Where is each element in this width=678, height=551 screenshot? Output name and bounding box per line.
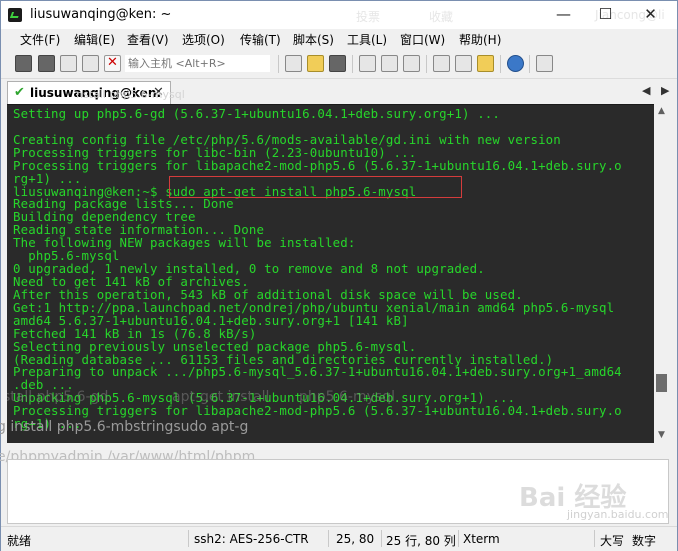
status-divider bbox=[328, 530, 329, 547]
print-icon[interactable] bbox=[381, 55, 398, 72]
status-bar: 就绪 ssh2: AES-256-CTR 25, 80 25 行, 80 列 X… bbox=[1, 526, 677, 551]
toolbar-separator bbox=[500, 55, 501, 73]
watermark-url: jingyan.baidu.com bbox=[567, 508, 669, 521]
scroll-down-icon[interactable]: ▼ bbox=[654, 428, 669, 443]
command-highlight-box bbox=[169, 176, 462, 198]
menu-view[interactable]: 查看(V) bbox=[127, 31, 169, 48]
toolbar-separator bbox=[352, 55, 353, 73]
menu-options[interactable]: 选项(O) bbox=[182, 31, 225, 48]
securecrt-window: liusuwanqing@ken: ~ 投票 收藏 Jiancong@li — … bbox=[0, 0, 678, 551]
status-cursor-position: 25, 80 bbox=[336, 532, 375, 546]
reconnect-icon[interactable] bbox=[82, 55, 99, 72]
print-setup-icon[interactable] bbox=[359, 55, 376, 72]
quick-connect-icon[interactable] bbox=[38, 55, 55, 72]
close-button[interactable]: ✕ bbox=[628, 1, 673, 29]
ghost-overlay-text: apt-get install bbox=[172, 389, 270, 405]
connect-icon[interactable] bbox=[15, 55, 32, 72]
menu-script[interactable]: 脚本(S) bbox=[293, 31, 334, 48]
copy-icon[interactable] bbox=[285, 55, 302, 72]
menu-window[interactable]: 窗口(W) bbox=[400, 31, 445, 48]
tab-scroll-right-icon[interactable]: ▶ bbox=[661, 84, 669, 97]
terminal-line: Setting up php5.6-gd (5.6.37-1+ubuntu16.… bbox=[13, 106, 501, 121]
host-input[interactable] bbox=[125, 55, 270, 72]
window-title: liusuwanqing@ken: ~ bbox=[30, 7, 172, 22]
maximize-button[interactable]: ☐ bbox=[583, 1, 628, 29]
menu-transfer[interactable]: 传输(T) bbox=[240, 31, 281, 48]
terminal-scrollbar[interactable]: ▲ ▼ bbox=[654, 104, 669, 443]
terminal-line: Processing triggers for libapache2-mod-p… bbox=[13, 157, 622, 173]
terminal-lines: Setting up php5.6-gd (5.6.37-1+ubuntu16.… bbox=[13, 106, 622, 431]
menu-bar: 文件(F) 编辑(E) 查看(V) 选项(O) 传输(T) 脚本(S) 工具(L… bbox=[1, 29, 677, 50]
status-caps-lock: 大写 bbox=[600, 534, 625, 548]
scrollbar-thumb[interactable] bbox=[656, 374, 667, 392]
menu-tools[interactable]: 工具(L) bbox=[347, 31, 387, 48]
status-divider bbox=[458, 530, 459, 547]
status-divider bbox=[594, 530, 595, 547]
disconnect-icon[interactable]: ✕ bbox=[104, 55, 121, 72]
key-icon[interactable] bbox=[477, 55, 494, 72]
menu-edit[interactable]: 编辑(E) bbox=[74, 31, 115, 48]
global-options-icon[interactable] bbox=[455, 55, 472, 72]
toolbar-separator bbox=[278, 55, 279, 73]
terminal-output[interactable]: Setting up php5.6-gd (5.6.37-1+ubuntu16.… bbox=[7, 104, 654, 444]
terminal-line: Processing triggers for libapache2-mod-p… bbox=[13, 403, 622, 419]
ghost-vote-text: 投票 bbox=[356, 10, 381, 24]
terminal-line: Preparing to unpack .../php5.6-mysql_5.6… bbox=[13, 364, 622, 380]
map-icon[interactable] bbox=[536, 55, 553, 72]
scroll-up-icon[interactable]: ▲ bbox=[654, 104, 669, 119]
minimize-button[interactable]: — bbox=[541, 1, 586, 29]
session-tab-bar: ✔ liusuwanqing@ken: ~ ✕ nstall php5.6-my… bbox=[1, 79, 677, 114]
menu-file[interactable]: 文件(F) bbox=[20, 31, 60, 48]
tab-scroll-left-icon[interactable]: ◀ bbox=[642, 84, 650, 97]
terminal-app-icon bbox=[8, 8, 22, 22]
ghost-compose-line-1: g install php5.6-mbstringsudo apt-g bbox=[0, 419, 249, 435]
toolbar-separator bbox=[529, 55, 530, 73]
status-divider bbox=[381, 530, 382, 547]
ghost-favorite-text: 收藏 bbox=[429, 10, 454, 24]
status-terminal-type: Xterm bbox=[463, 532, 500, 546]
menu-help[interactable]: 帮助(H) bbox=[459, 31, 501, 48]
session-options-icon[interactable] bbox=[433, 55, 450, 72]
status-rows-cols: 25 行, 80 列 bbox=[386, 534, 456, 548]
ghost-overlay-text: php5.6-mysql bbox=[299, 389, 395, 405]
title-bar: liusuwanqing@ken: ~ 投票 收藏 Jiancong@li — … bbox=[1, 1, 677, 29]
connected-check-icon: ✔ bbox=[14, 85, 25, 100]
paste-icon[interactable] bbox=[307, 55, 324, 72]
ghost-overlay-text: stall php5.6-gd bbox=[7, 389, 109, 405]
status-divider bbox=[188, 530, 189, 547]
toolbar: ✕ bbox=[1, 50, 677, 79]
connect-tab-icon[interactable] bbox=[60, 55, 77, 72]
print-screen-icon[interactable] bbox=[403, 55, 420, 72]
ghost-tab-text: nstall php5.6-mysql bbox=[76, 88, 185, 101]
toolbar-separator bbox=[426, 55, 427, 73]
status-ready: 就绪 bbox=[7, 534, 32, 548]
help-icon[interactable] bbox=[507, 55, 524, 72]
find-icon[interactable] bbox=[329, 55, 346, 72]
status-num-lock: 数字 bbox=[632, 534, 657, 548]
status-cipher: ssh2: AES-256-CTR bbox=[194, 532, 309, 546]
